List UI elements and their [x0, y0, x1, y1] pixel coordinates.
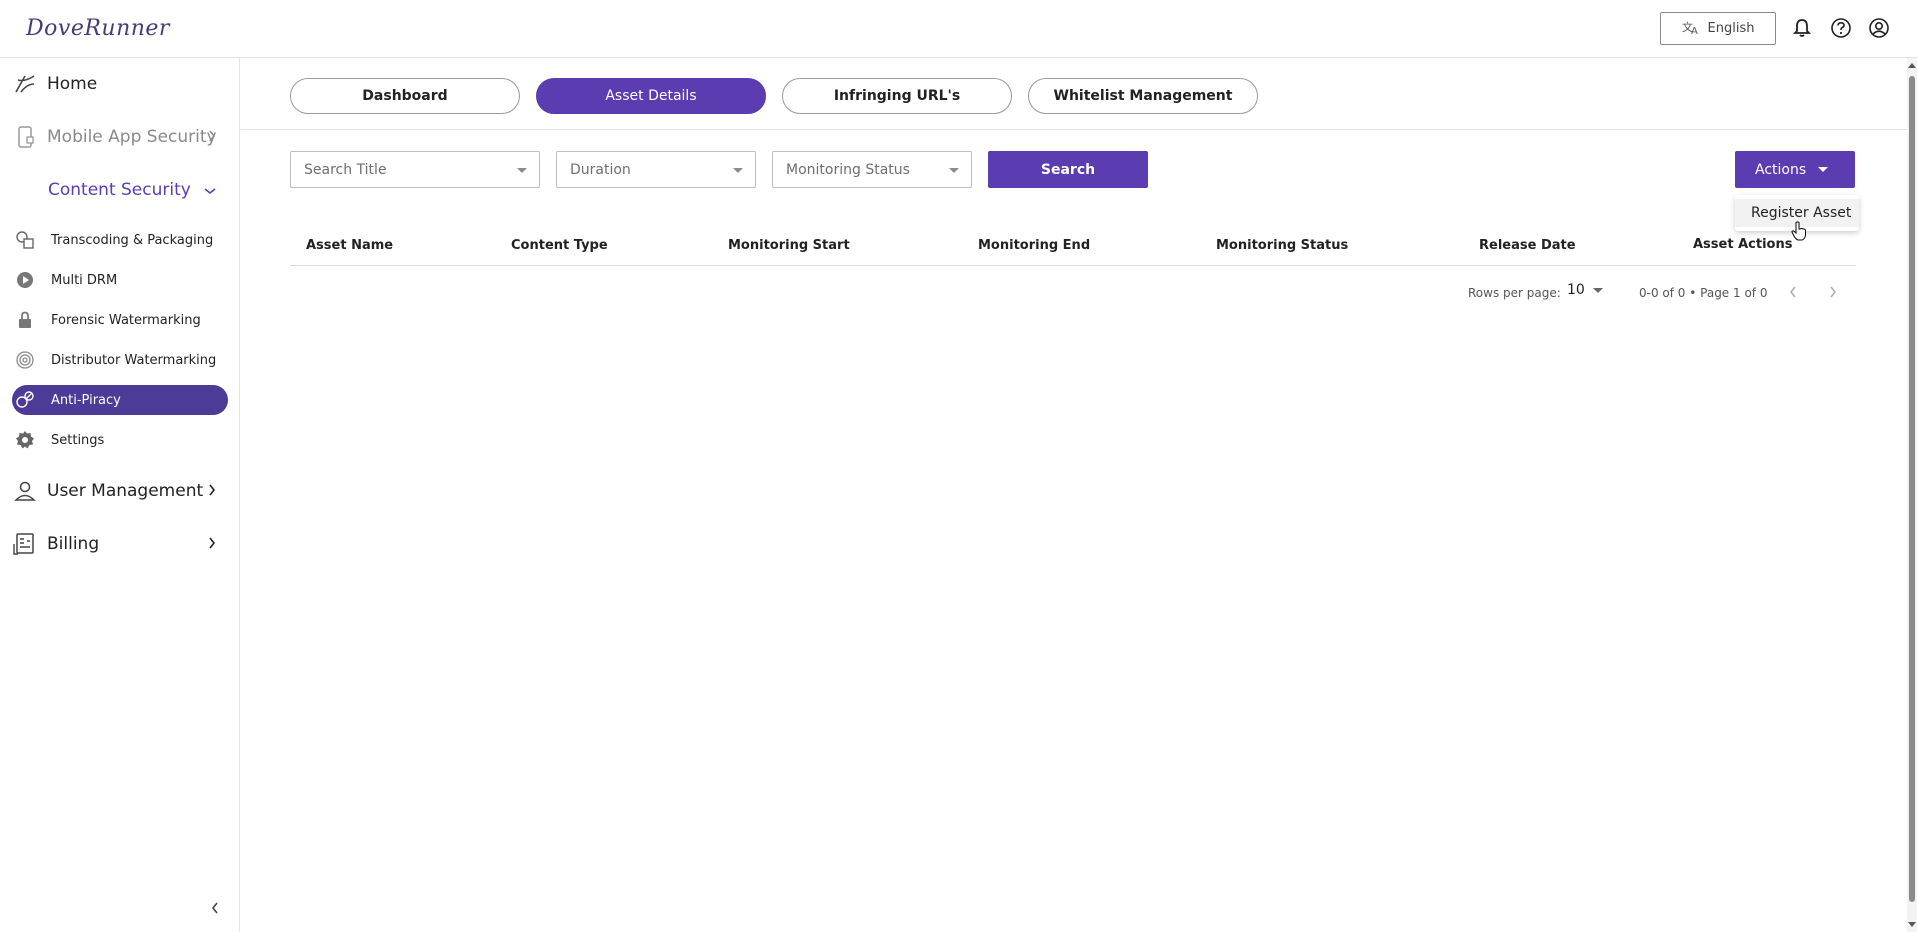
user-account-icon[interactable] [1867, 16, 1891, 40]
column-header[interactable]: Monitoring Status [1216, 238, 1348, 253]
sidebar-item-label: Transcoding & Packaging [51, 232, 214, 248]
doverunner-logo[interactable]: DoveRunner [26, 16, 170, 41]
sidebar-item-home[interactable]: Home [12, 66, 228, 102]
column-header[interactable]: Monitoring Start [728, 238, 850, 253]
chevron-down-icon [204, 180, 216, 200]
duration-select[interactable]: Duration [556, 151, 756, 188]
column-header[interactable]: Content Type [511, 238, 608, 253]
gear-icon [12, 427, 38, 453]
sidebar-item-label: Home [47, 74, 98, 94]
svg-text:A: A [1691, 26, 1698, 35]
search-button[interactable]: Search [988, 151, 1148, 188]
column-header[interactable]: Asset Actions [1693, 237, 1792, 252]
sidebar-item-label: Distributor Watermarking [51, 352, 217, 368]
sidebar-item-label: Multi DRM [51, 272, 118, 288]
caret-down-icon [949, 168, 959, 173]
sidebar-item-distributor-watermarking[interactable]: Distributor Watermarking [12, 345, 228, 375]
previous-page-icon[interactable] [1781, 280, 1805, 304]
lock-icon [12, 307, 38, 333]
rows-per-page-select[interactable]: 10 [1567, 282, 1603, 298]
sidebar-item-user-management[interactable]: User Management [12, 473, 228, 509]
monitoring-status-placeholder: Monitoring Status [786, 161, 910, 178]
main-content: Dashboard Asset Details Infringing URL's… [241, 58, 1907, 932]
column-header[interactable]: Release Date [1479, 238, 1576, 253]
duration-placeholder: Duration [570, 161, 631, 178]
caret-down-icon [1592, 287, 1603, 293]
caret-down-icon [1818, 167, 1828, 172]
sidebar-item-label: User Management [47, 481, 204, 501]
actions-label: Actions [1755, 161, 1807, 178]
caret-down-icon [733, 168, 743, 173]
column-header[interactable]: Monitoring End [978, 238, 1090, 253]
sidebar-item-transcoding-packaging[interactable]: Transcoding & Packaging [12, 225, 228, 255]
sidebar-item-settings[interactable]: Settings [12, 425, 228, 455]
page-scrollbar[interactable] [1907, 58, 1917, 932]
search-title-placeholder: Search Title [304, 161, 387, 178]
pagination-range: 0-0 of 0 • Page 1 of 0 [1639, 286, 1768, 300]
caret-down-icon [517, 168, 527, 173]
home-logo-icon [12, 71, 38, 97]
anti-piracy-icon [12, 387, 38, 413]
sidebar-item-label: Anti-Piracy [51, 392, 121, 408]
language-label: English [1707, 21, 1755, 36]
sidebar-item-label: Forensic Watermarking [51, 312, 201, 328]
sidebar-section-content-security[interactable]: Content Security [48, 172, 228, 208]
tab-whitelist-management[interactable]: Whitelist Management [1028, 78, 1258, 114]
play-circle-icon [12, 267, 38, 293]
top-bar: DoveRunner 文A English [0, 0, 1917, 58]
sidebar-item-forensic-watermarking[interactable]: Forensic Watermarking [12, 305, 228, 335]
scroll-down-icon[interactable] [1908, 922, 1916, 927]
sidebar-item-label: Settings [51, 432, 105, 448]
scrollbar-thumb[interactable] [1909, 76, 1915, 902]
user-icon [12, 478, 38, 504]
next-page-icon[interactable] [1821, 280, 1845, 304]
sidebar-item-multi-drm[interactable]: Multi DRM [12, 265, 228, 295]
sidebar: Home Mobile App Security Content Securit… [0, 58, 240, 932]
fingerprint-icon [12, 347, 38, 373]
column-header[interactable]: Asset Name [306, 238, 393, 253]
sidebar-item-mobile-app-security[interactable]: Mobile App Security [12, 119, 228, 155]
sidebar-item-label: Content Security [48, 180, 191, 200]
help-icon[interactable] [1829, 16, 1853, 40]
search-title-select[interactable]: Search Title [290, 151, 540, 188]
table-header: Asset Name Content Type Monitoring Start… [290, 224, 1856, 266]
collapse-sidebar-icon[interactable] [205, 898, 225, 918]
transcoding-icon [12, 227, 38, 253]
tab-bar: Dashboard Asset Details Infringing URL's… [241, 58, 1907, 130]
sidebar-item-anti-piracy[interactable]: Anti-Piracy [12, 385, 228, 415]
chevron-right-icon [208, 534, 216, 554]
language-selector[interactable]: 文A English [1660, 12, 1776, 45]
chevron-right-icon [208, 481, 216, 501]
translate-icon: 文A [1682, 19, 1700, 39]
tab-infringing-urls[interactable]: Infringing URL's [782, 78, 1012, 114]
mobile-lock-icon [12, 124, 38, 150]
bell-icon[interactable] [1790, 16, 1814, 40]
chevron-right-icon [208, 127, 216, 147]
actions-button[interactable]: Actions [1735, 151, 1855, 188]
monitoring-status-select[interactable]: Monitoring Status [772, 151, 972, 188]
tab-asset-details[interactable]: Asset Details [536, 78, 766, 114]
rows-per-page-value: 10 [1567, 282, 1585, 298]
sidebar-item-label: Mobile App Security [47, 127, 217, 147]
tab-dashboard[interactable]: Dashboard [290, 78, 520, 114]
sidebar-item-label: Billing [47, 534, 100, 554]
billing-icon [12, 531, 38, 557]
rows-per-page-label: Rows per page: [1468, 286, 1561, 300]
scroll-up-icon[interactable] [1908, 63, 1916, 68]
sidebar-item-billing[interactable]: Billing [12, 526, 228, 562]
